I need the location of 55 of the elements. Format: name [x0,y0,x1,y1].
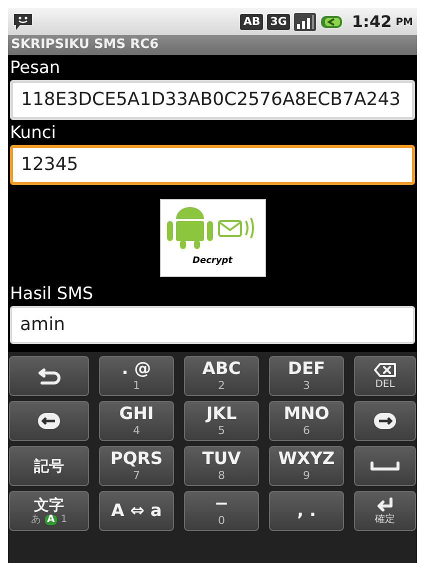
keyboard-key[interactable]: PQRS 7 [99,446,174,486]
smiley-message-icon [12,12,34,32]
backspace-icon [373,362,397,378]
key-digit: 7 [133,470,140,481]
battery-icon [320,14,344,30]
key-digit: 9 [303,470,310,481]
key-label: 確定 [375,515,395,525]
key-digit: 4 [133,425,140,436]
text-field[interactable]: 12345 [10,145,415,185]
keyboard-key[interactable]: 確定 [354,491,416,531]
input-mode: あ [30,514,42,524]
keyboard-key[interactable] [354,446,416,486]
keyboard-key[interactable]: DEF 3 [269,356,344,396]
result-field[interactable]: amin [10,306,415,344]
keyboard-key[interactable]: ABC 2 [184,356,259,396]
keyboard-key[interactable]: . @ 1 [99,356,174,396]
key-digit: 5 [218,425,225,436]
keyboard-key[interactable]: MNO 6 [269,401,344,441]
key-digit: 8 [218,470,225,481]
keyboard-key[interactable]: DEL [354,356,416,396]
app-title: SKRIPSIKU SMS RC6 [11,36,159,54]
key-digit: 2 [218,380,225,391]
keyboard-key[interactable]: 記号 [9,446,89,486]
key-label: 文字 [34,498,64,512]
status-time: 1:42 [352,10,392,32]
keyboard-key[interactable]: WXYZ 9 [269,446,344,486]
signal-icon [294,12,316,30]
status-badge: 3G [267,14,290,30]
decrypt-button[interactable]: Decrypt [160,199,266,277]
back-icon [36,367,62,385]
keyboard-key[interactable]: GHI 4 [99,401,174,441]
keyboard-key[interactable]: 文字 あ A 1 [9,491,89,531]
result-label: Hasil SMS [9,283,94,306]
input-mode: A [44,514,57,524]
keyboard-key[interactable] [9,401,89,441]
field-label: Pesan [9,57,62,80]
keyboard-key[interactable] [9,356,89,396]
keyboard-key[interactable]: TUV 8 [184,446,259,486]
keyboard-key[interactable]: − 0 [184,491,259,531]
text-field[interactable]: 118E3DCE5A1D33AB0C2576A8ECB7A243 [10,80,415,120]
status-meridiem: PM [396,16,413,30]
input-mode: 1 [60,514,68,524]
keyboard-key[interactable]: , . [269,491,344,531]
key-label: DEL [375,380,395,390]
key-digit: 1 [133,380,140,391]
keyboard-key[interactable]: A ⇔ a [99,491,174,531]
key-digit: 3 [303,380,310,391]
field-label: Kunci [9,122,57,145]
keyboard-key[interactable] [354,401,416,441]
key-digit: 6 [303,425,310,436]
keyboard-key[interactable]: JKL 5 [184,401,259,441]
key-digit: 0 [218,515,225,526]
space-icon [370,461,400,471]
enter-icon [375,497,395,513]
status-badge: AB [240,14,264,30]
